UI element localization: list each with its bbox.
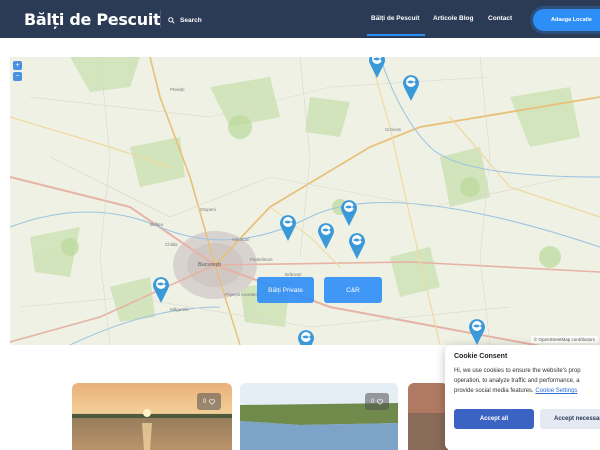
map-pin[interactable]: [278, 212, 298, 242]
map-pin[interactable]: [151, 274, 171, 304]
lake-card[interactable]: [408, 383, 448, 450]
nav-contact[interactable]: Contact: [488, 15, 512, 22]
map-label-urziceni: Urziceni: [385, 127, 402, 132]
nav-balti-de-pescuit[interactable]: Bălți de Pescuit: [371, 15, 419, 22]
lake-card-image: [408, 383, 448, 450]
filter-cr-button[interactable]: C&R: [324, 277, 382, 303]
site-logo[interactable]: Bălți de Pescuit: [24, 10, 161, 29]
map-label-pantelimon: Pantelimon: [250, 257, 273, 262]
map-pin[interactable]: [401, 72, 421, 102]
map-pin[interactable]: [367, 57, 387, 79]
add-location-button[interactable]: Adauga Locatie: [533, 9, 600, 31]
map-label-otopeni: Otopeni: [200, 207, 216, 212]
map-pin[interactable]: [467, 316, 487, 345]
favorite-count: 0: [202, 398, 207, 405]
filter-balti-private-button[interactable]: Bălți Private: [257, 277, 314, 303]
map-label-voluntari: Voluntari: [232, 237, 250, 242]
map-attribution[interactable]: © OpenStreetMap contributors: [530, 336, 598, 343]
cookie-text-line: Hi, we use cookies to ensure the website…: [454, 368, 581, 374]
cookie-settings-link[interactable]: Cookie Settings: [535, 388, 577, 394]
accept-necessary-button[interactable]: Accept necessary: [540, 409, 600, 429]
map-pin[interactable]: [316, 220, 336, 250]
accept-all-button[interactable]: Accept all: [454, 409, 534, 429]
header-divider: [160, 10, 161, 28]
lake-card-badge[interactable]: 0: [197, 393, 221, 410]
map-label-magurele: Măgurele: [170, 307, 189, 312]
map-pin[interactable]: [347, 230, 367, 260]
fishing-map[interactable]: + − București Urziceni Ploiești Buftea O…: [10, 57, 600, 345]
lake-card[interactable]: 0: [240, 383, 398, 450]
cookie-text-line: provide social media features. Cookie Se…: [454, 386, 600, 396]
lake-card[interactable]: 0: [72, 383, 232, 450]
favorite-count: 0: [370, 398, 375, 405]
nav-articole-blog[interactable]: Articole Blog: [433, 15, 473, 22]
nav-active-indicator: [367, 34, 425, 36]
site-header: Bălți de Pescuit Search Bălți de Pescuit…: [0, 0, 600, 38]
map-label-ploiesti: Ploiești: [170, 87, 185, 92]
cookie-description: Hi, we use cookies to ensure the website…: [454, 366, 600, 396]
map-label-bucuresti: București: [198, 262, 221, 268]
cookie-text-prefix: provide social media features.: [454, 388, 534, 394]
map-pin[interactable]: [339, 197, 359, 227]
search-icon: [168, 16, 175, 24]
cookie-text-line: operation, to analyze traffic and perfor…: [454, 378, 580, 384]
heart-icon: [209, 398, 216, 405]
zoom-out-button[interactable]: −: [13, 72, 22, 81]
map-label-chitila: Chitila: [165, 242, 178, 247]
map-pin[interactable]: [296, 327, 316, 345]
map-label-popesti-leordeni: Popești-Leordeni: [225, 292, 260, 297]
search-label: Search: [180, 16, 202, 24]
cookie-consent-banner: Cookie Consent Hi, we use cookies to ens…: [445, 345, 600, 450]
search-button[interactable]: Search: [168, 14, 202, 26]
map-label-buftea: Buftea: [150, 222, 164, 227]
zoom-in-button[interactable]: +: [13, 61, 22, 70]
cookie-title: Cookie Consent: [454, 353, 508, 360]
lake-card-badge[interactable]: 0: [365, 393, 389, 410]
heart-icon: [377, 398, 384, 405]
